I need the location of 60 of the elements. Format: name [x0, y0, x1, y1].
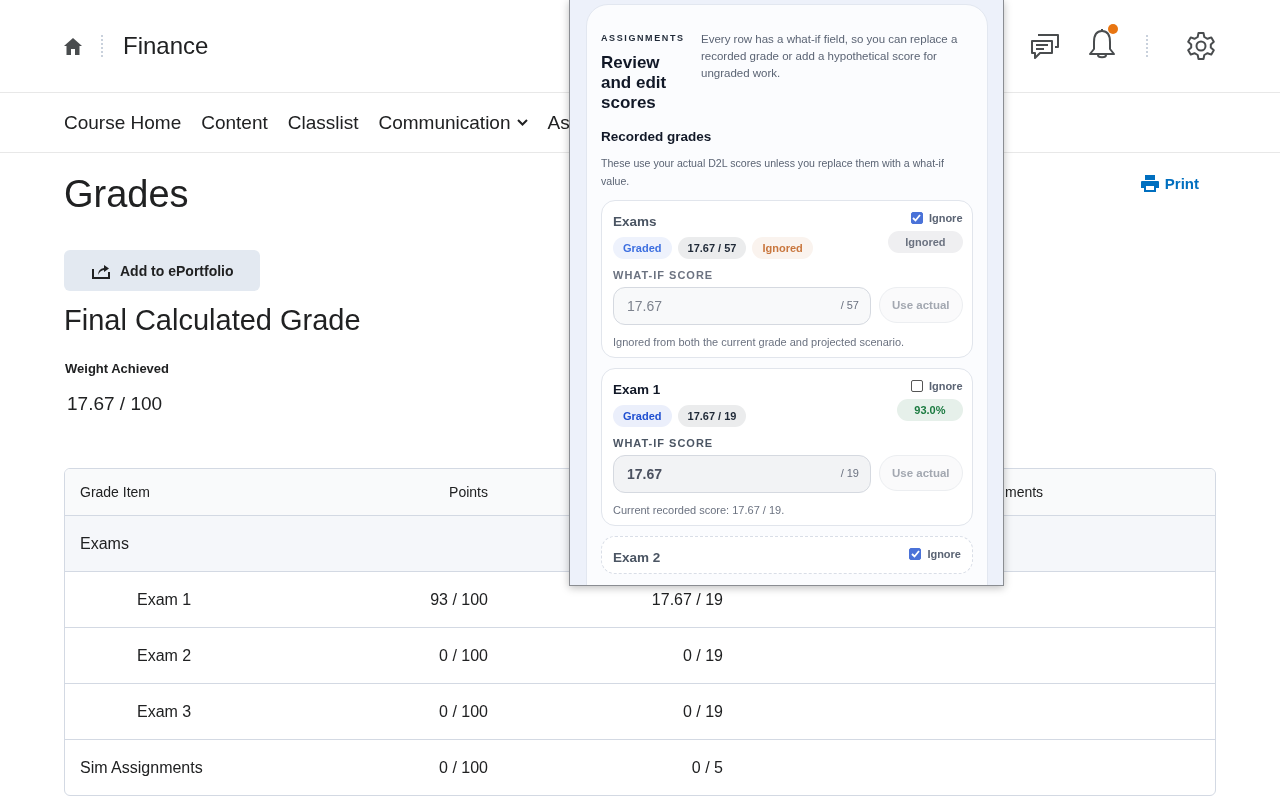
category-name: Exams	[79, 533, 130, 554]
table-cell-text: 0 / 100	[438, 757, 489, 778]
grade-label: Weight Achieved	[65, 361, 170, 376]
ignore-checkbox[interactable]: Ignore	[910, 212, 963, 224]
status-badge: 17.67 / 57	[677, 237, 747, 259]
nav-link[interactable]: Content	[201, 111, 268, 134]
nav-link[interactable]: As	[547, 111, 570, 134]
table-cell-text: 0 / 19	[681, 645, 724, 666]
grade-value: 17.67 / 100	[67, 393, 163, 415]
table-cell-text: Sim Assignments	[79, 757, 204, 778]
table-cell-text: Exam 1	[136, 589, 193, 610]
table-cell-text: 0 / 5	[690, 757, 724, 778]
bell-icon[interactable]	[1088, 28, 1116, 60]
section-heading: Final Calculated Grade	[64, 303, 361, 338]
nav-link[interactable]: Course Home	[64, 111, 182, 134]
card-note: Current recorded score: 17.67 / 19.	[613, 503, 786, 517]
nav-link[interactable]: Communication	[378, 111, 528, 134]
table-cell-text: 0 / 19	[681, 701, 724, 722]
checkmark-icon	[910, 550, 920, 558]
max-score: / 57	[840, 299, 859, 311]
panel-eyebrow: ASSIGNMENTS	[601, 33, 686, 43]
max-score: / 19	[840, 467, 859, 479]
status-badge: 17.67 / 19	[677, 405, 747, 427]
course-title[interactable]: Finance	[123, 32, 209, 60]
chat-icon[interactable]	[1030, 31, 1060, 61]
grade-item-name: Exams	[613, 214, 658, 229]
field-label: WHAT-IF SCORE	[613, 269, 715, 281]
status-badge: 93.0%	[897, 399, 963, 421]
add-to-eportfolio-button[interactable]: Add to ePortfolio	[64, 250, 260, 291]
export-icon	[92, 262, 111, 279]
panel-title: Review and edit scores	[601, 53, 668, 113]
table-cell-text: 17.67 / 19	[650, 589, 724, 610]
table-cell-text: Exam 2	[136, 645, 193, 666]
table-cell-text: 0 / 100	[438, 701, 489, 722]
printer-icon	[1140, 175, 1159, 192]
nav-link[interactable]: Classlist	[287, 111, 359, 134]
table-cell-text: Exam 3	[136, 701, 193, 722]
section-description: These use your actual D2L scores unless you replace them with a what-if value.	[601, 156, 945, 189]
column-header: Grade Item	[79, 483, 152, 502]
settings-icon[interactable]	[1186, 31, 1216, 61]
panel-description: Every row has a what-if field, so you can replace a recorded grade or add a hypothetical score for ungraded work.	[701, 32, 959, 81]
status-badge: Graded	[613, 237, 672, 259]
table-cell-text: 0 / 100	[438, 645, 489, 666]
print-link[interactable]: Print	[1140, 175, 1199, 192]
table-cell-text: 93 / 100	[429, 589, 489, 610]
home-icon[interactable]	[64, 37, 82, 55]
column-header: Points	[448, 483, 489, 502]
status-badge: Graded	[613, 405, 672, 427]
status-badge: Ignored	[888, 231, 963, 253]
field-label: WHAT-IF SCORE	[613, 437, 715, 449]
page-title: Grades	[64, 172, 189, 217]
grade-item-name: Exam 1	[613, 382, 662, 397]
card-note: Ignored from both the current grade and projected scenario.	[613, 335, 906, 349]
checkmark-icon	[912, 214, 922, 222]
status-badge: Ignored	[752, 237, 813, 259]
ignore-checkbox[interactable]: Ignore	[910, 380, 963, 392]
section-title: Recorded grades	[601, 129, 713, 144]
column-header: ments	[1005, 483, 1044, 502]
grade-item-name: Exam 2	[613, 550, 662, 565]
ignore-checkbox[interactable]: Ignore	[909, 548, 961, 560]
